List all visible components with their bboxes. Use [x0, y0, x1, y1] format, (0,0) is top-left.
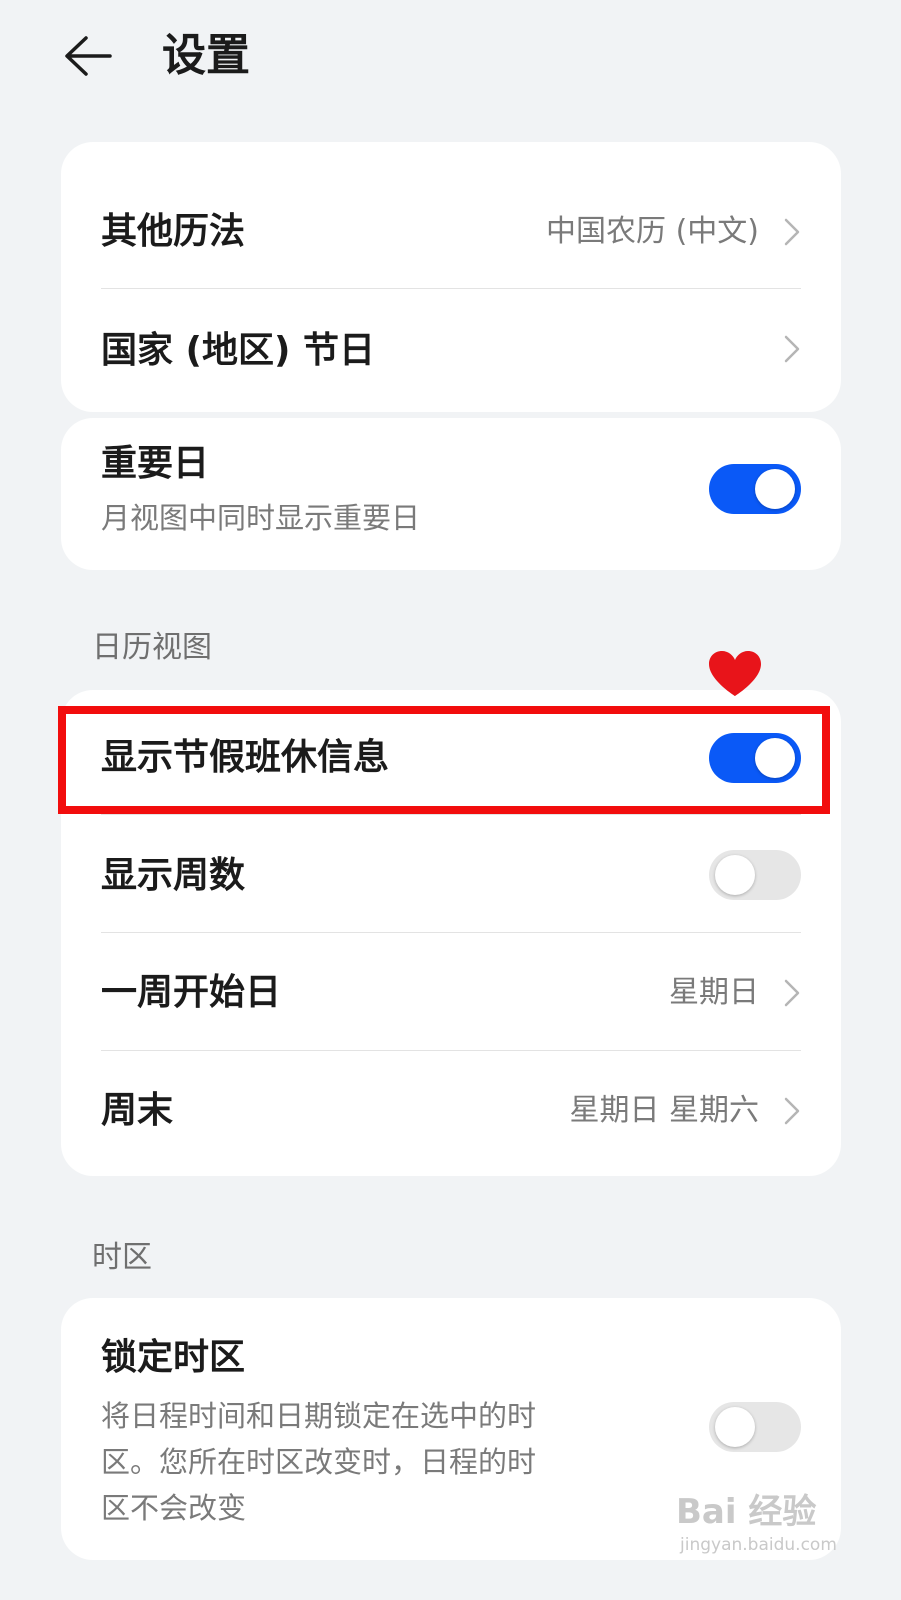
annotation-highlight-box	[58, 706, 830, 814]
week-numbers-toggle[interactable]	[709, 850, 801, 900]
lock-timezone-toggle[interactable]	[709, 1402, 801, 1452]
back-arrow-icon[interactable]	[62, 34, 114, 78]
lock-timezone-description-line-1: 将日程时间和日期锁定在选中的时	[101, 1399, 537, 1433]
toggle-knob	[715, 1407, 755, 1447]
important-days-description: 月视图中同时显示重要日	[101, 501, 421, 535]
heart-icon	[709, 651, 761, 696]
toggle-knob	[755, 469, 795, 509]
other-calendar-value: 中国农历 (中文)	[546, 214, 759, 249]
holidays-label: 国家 (地区) 节日	[101, 330, 375, 371]
section-label-timezone: 时区	[92, 1240, 152, 1275]
week-start-value: 星期日	[669, 975, 759, 1010]
section-label-calendar-view: 日历视图	[92, 630, 212, 665]
app-header: 设置	[0, 0, 901, 120]
week-numbers-label: 显示周数	[101, 855, 246, 896]
chevron-right-icon	[784, 979, 800, 1007]
other-calendar-row[interactable]: 其他历法 中国农历 (中文)	[61, 142, 841, 288]
lock-timezone-description-line-3: 区不会改变	[101, 1491, 247, 1525]
holidays-row[interactable]: 国家 (地区) 节日	[61, 289, 841, 412]
lock-timezone-label: 锁定时区	[101, 1337, 246, 1378]
toggle-knob	[715, 855, 755, 895]
chevron-right-icon	[784, 335, 800, 363]
page-title: 设置	[162, 30, 250, 81]
week-start-label: 一周开始日	[101, 972, 282, 1013]
lock-timezone-description-line-2: 区。您所在时区改变时，日程的时	[101, 1445, 537, 1479]
watermark-brand: Bai 经验	[676, 1492, 817, 1532]
other-calendar-label: 其他历法	[101, 211, 246, 252]
weekend-value: 星期日 星期六	[569, 1093, 759, 1128]
weekend-label: 周末	[101, 1090, 174, 1131]
week-start-row[interactable]: 一周开始日 星期日	[61, 933, 841, 1050]
watermark: Bai 经验 jingyan.baidu.com	[676, 1490, 846, 1560]
important-days-card: 重要日 月视图中同时显示重要日	[61, 418, 841, 570]
chevron-right-icon	[784, 218, 800, 246]
calendar-settings-card: 其他历法 中国农历 (中文) 国家 (地区) 节日	[61, 142, 841, 412]
watermark-url: jingyan.baidu.com	[680, 1535, 837, 1555]
important-days-toggle[interactable]	[709, 464, 801, 514]
chevron-right-icon	[784, 1097, 800, 1125]
week-numbers-row[interactable]: 显示周数	[61, 815, 841, 932]
weekend-row[interactable]: 周末 星期日 星期六	[61, 1051, 841, 1176]
important-days-label: 重要日	[101, 443, 210, 484]
